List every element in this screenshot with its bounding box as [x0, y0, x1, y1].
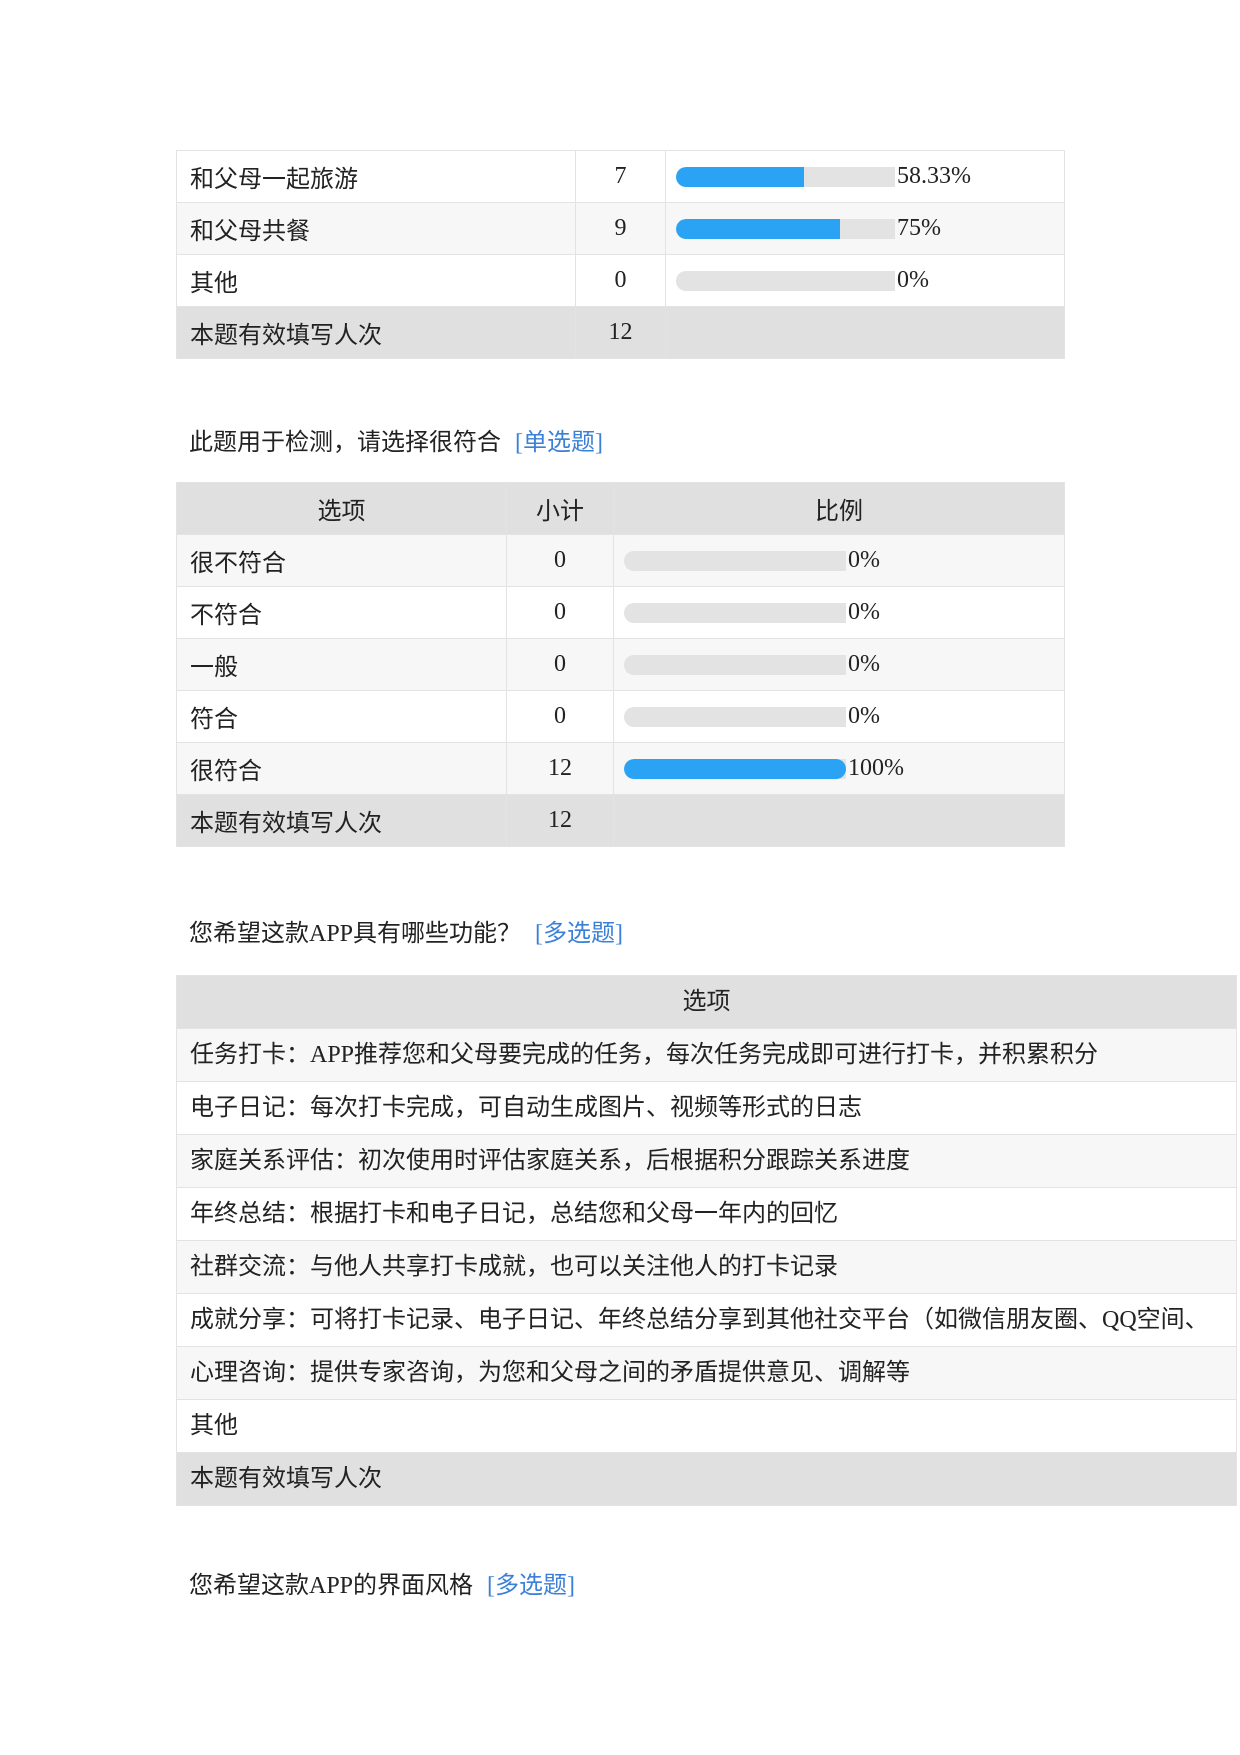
option-label: 年终总结：根据打卡和电子日记，总结您和父母一年内的回忆 — [176, 1187, 1237, 1241]
question-type-link[interactable]: [单选题] — [515, 430, 603, 456]
total-count: 12 — [575, 306, 666, 359]
option-percent: 0% — [848, 599, 880, 626]
option-percent: 0% — [848, 651, 880, 678]
total-row: 本题有效填写人次 — [176, 1452, 1237, 1506]
question-text: 您希望这款APP的界面风格 — [189, 1573, 474, 1599]
option-count: 0 — [506, 586, 614, 639]
table-row: 其他 — [176, 1399, 1237, 1453]
progress-bar — [676, 166, 895, 187]
table-row: 很不符合 0 0% — [176, 534, 1065, 587]
header-option: 选项 — [176, 482, 507, 535]
total-label: 本题有效填写人次 — [176, 794, 507, 847]
option-label: 很符合 — [176, 742, 507, 795]
option-percent: 0% — [897, 267, 929, 294]
option-label: 电子日记：每次打卡完成，可自动生成图片、视频等形式的日志 — [176, 1081, 1237, 1135]
option-label: 符合 — [176, 690, 507, 743]
header-count: 小计 — [506, 482, 614, 535]
table-row: 年终总结：根据打卡和电子日记，总结您和父母一年内的回忆 — [176, 1187, 1237, 1241]
table-row: 任务打卡：APP推荐您和父母要完成的任务，每次任务完成即可进行打卡，并积累积分 — [176, 1028, 1237, 1082]
table-row: 家庭关系评估：初次使用时评估家庭关系，后根据积分跟踪关系进度 — [176, 1134, 1237, 1188]
option-label: 社群交流：与他人共享打卡成就，也可以关注他人的打卡记录 — [176, 1240, 1237, 1294]
option-label: 其他 — [176, 1399, 1237, 1453]
ratio-cell: 0% — [613, 534, 1065, 587]
total-count: 12 — [506, 794, 614, 847]
table-row: 成就分享：可将打卡记录、电子日记、年终总结分享到其他社交平台（如微信朋友圈、QQ… — [176, 1293, 1237, 1347]
question-title-3: 您希望这款APP具有哪些功能？ [多选题] — [189, 913, 623, 948]
ratio-cell: 0% — [613, 638, 1065, 691]
header-option: 选项 — [176, 975, 1237, 1029]
table-row: 和父母共餐 9 75% — [176, 202, 1065, 255]
option-label: 心理咨询：提供专家咨询，为您和父母之间的矛盾提供意见、调解等 — [176, 1346, 1237, 1400]
option-count: 0 — [506, 638, 614, 691]
option-percent: 0% — [848, 703, 880, 730]
option-percent: 58.33% — [897, 163, 971, 190]
total-label: 本题有效填写人次 — [176, 306, 576, 359]
option-label: 家庭关系评估：初次使用时评估家庭关系，后根据积分跟踪关系进度 — [176, 1134, 1237, 1188]
option-label: 任务打卡：APP推荐您和父母要完成的任务，每次任务完成即可进行打卡，并积累积分 — [176, 1028, 1237, 1082]
question-type-link[interactable]: [多选题] — [487, 1573, 575, 1599]
option-count: 0 — [575, 254, 666, 307]
progress-fill — [676, 218, 841, 239]
ratio-cell: 100% — [613, 742, 1065, 795]
table-header: 选项 — [176, 975, 1237, 1029]
total-row: 本题有效填写人次 12 — [176, 306, 1065, 359]
progress-bar — [624, 602, 846, 623]
option-label: 成就分享：可将打卡记录、电子日记、年终总结分享到其他社交平台（如微信朋友圈、QQ… — [176, 1293, 1237, 1347]
question-title-2: 此题用于检测，请选择很符合 [单选题] — [189, 422, 603, 457]
option-percent: 0% — [848, 547, 880, 574]
progress-bar — [676, 270, 895, 291]
table-row: 和父母一起旅游 7 58.33% — [176, 150, 1065, 203]
table-row: 不符合 0 0% — [176, 586, 1065, 639]
option-count: 7 — [575, 150, 666, 203]
option-label: 一般 — [176, 638, 507, 691]
option-label: 不符合 — [176, 586, 507, 639]
table-row: 电子日记：每次打卡完成，可自动生成图片、视频等形式的日志 — [176, 1081, 1237, 1135]
table-row: 其他 0 0% — [176, 254, 1065, 307]
option-percent: 100% — [848, 755, 904, 782]
table-row: 很符合 12 100% — [176, 742, 1065, 795]
header-ratio: 比例 — [613, 482, 1065, 535]
progress-fill — [676, 166, 804, 187]
question-title-4: 您希望这款APP的界面风格 [多选题] — [189, 1565, 575, 1600]
ratio-cell: 75% — [665, 202, 1065, 255]
ratio-cell: 0% — [613, 690, 1065, 743]
table-header: 选项 小计 比例 — [176, 482, 1065, 535]
results-table-3: 选项 任务打卡：APP推荐您和父母要完成的任务，每次任务完成即可进行打卡，并积累… — [176, 975, 1237, 1506]
option-count: 0 — [506, 534, 614, 587]
ratio-cell: 0% — [665, 254, 1065, 307]
table-row: 一般 0 0% — [176, 638, 1065, 691]
results-table-1: 和父母一起旅游 7 58.33% 和父母共餐 9 75% 其他 0 0% 本题有… — [176, 150, 1065, 359]
option-label: 其他 — [176, 254, 576, 307]
total-row: 本题有效填写人次 12 — [176, 794, 1065, 847]
progress-bar — [624, 550, 846, 571]
table-row: 心理咨询：提供专家咨询，为您和父母之间的矛盾提供意见、调解等 — [176, 1346, 1237, 1400]
option-count: 12 — [506, 742, 614, 795]
ratio-cell: 58.33% — [665, 150, 1065, 203]
table-row: 符合 0 0% — [176, 690, 1065, 743]
question-type-link[interactable]: [多选题] — [535, 921, 623, 947]
question-text: 您希望这款APP具有哪些功能？ — [189, 921, 522, 947]
option-count: 9 — [575, 202, 666, 255]
progress-bar — [624, 706, 846, 727]
table-row: 社群交流：与他人共享打卡成就，也可以关注他人的打卡记录 — [176, 1240, 1237, 1294]
option-label: 和父母一起旅游 — [176, 150, 576, 203]
ratio-cell: 0% — [613, 586, 1065, 639]
results-table-2: 选项 小计 比例 很不符合 0 0% 不符合 0 0% 一般 0 0% 符合 0… — [176, 482, 1065, 847]
total-label: 本题有效填写人次 — [176, 1452, 1237, 1506]
option-label: 很不符合 — [176, 534, 507, 587]
option-count: 0 — [506, 690, 614, 743]
option-percent: 75% — [897, 215, 941, 242]
progress-bar — [676, 218, 895, 239]
question-text: 此题用于检测，请选择很符合 — [189, 430, 501, 456]
progress-bar — [624, 758, 846, 779]
progress-bar — [624, 654, 846, 675]
progress-fill — [624, 758, 846, 779]
option-label: 和父母共餐 — [176, 202, 576, 255]
